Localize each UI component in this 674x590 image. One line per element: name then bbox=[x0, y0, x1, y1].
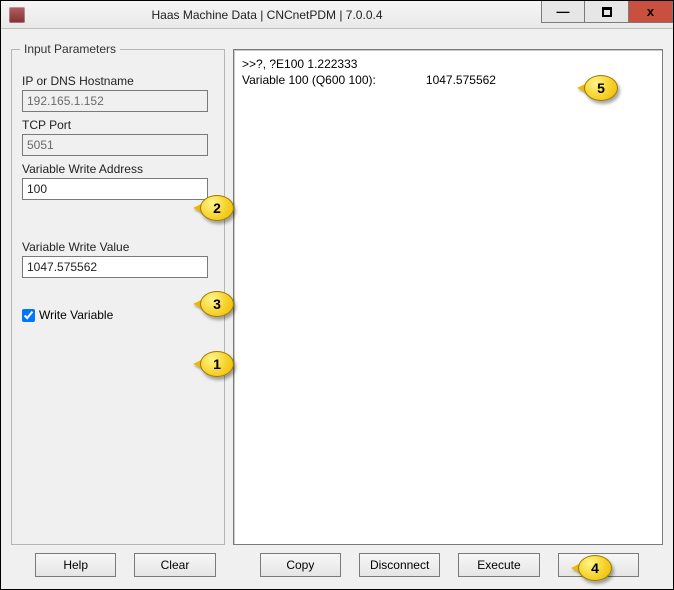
ip-label: IP or DNS Hostname bbox=[22, 74, 214, 88]
app-window: Haas Machine Data | CNCnetPDM | 7.0.0.4 … bbox=[0, 0, 674, 590]
titlebar: Haas Machine Data | CNCnetPDM | 7.0.0.4 … bbox=[1, 1, 673, 29]
minimize-button[interactable]: — bbox=[541, 1, 585, 23]
port-input[interactable] bbox=[22, 134, 208, 156]
close-icon: x bbox=[647, 4, 654, 19]
window-title: Haas Machine Data | CNCnetPDM | 7.0.0.4 bbox=[1, 8, 533, 22]
main-row: Input Parameters IP or DNS Hostname TCP … bbox=[11, 49, 663, 545]
group-legend: Input Parameters bbox=[20, 42, 120, 56]
exit-button[interactable]: Exit bbox=[558, 553, 639, 577]
output-line1: >>?, ?E100 1.222333 bbox=[242, 57, 357, 71]
minimize-icon: — bbox=[557, 4, 570, 19]
window-controls: — x bbox=[541, 1, 673, 23]
port-label: TCP Port bbox=[22, 118, 214, 132]
output-line2-right: 1047.575562 bbox=[426, 73, 496, 87]
execute-button[interactable]: Execute bbox=[458, 553, 539, 577]
write-variable-label: Write Variable bbox=[39, 308, 113, 322]
close-button[interactable]: x bbox=[629, 1, 673, 23]
write-address-input[interactable] bbox=[22, 178, 208, 200]
copy-button[interactable]: Copy bbox=[260, 553, 341, 577]
write-value-input[interactable] bbox=[22, 256, 208, 278]
maximize-button[interactable] bbox=[585, 1, 629, 23]
input-parameters-group: Input Parameters IP or DNS Hostname TCP … bbox=[11, 49, 225, 545]
output-line2-left: Variable 100 (Q600 100): bbox=[242, 73, 376, 87]
write-variable-checkbox[interactable] bbox=[22, 309, 35, 322]
ip-input[interactable] bbox=[22, 90, 208, 112]
output-textarea[interactable]: >>?, ?E100 1.222333 Variable 100 (Q600 1… bbox=[233, 49, 663, 545]
client-area: Input Parameters IP or DNS Hostname TCP … bbox=[1, 29, 673, 589]
write-address-label: Variable Write Address bbox=[22, 162, 214, 176]
clear-button[interactable]: Clear bbox=[134, 553, 215, 577]
write-variable-row[interactable]: Write Variable bbox=[22, 308, 214, 322]
help-button[interactable]: Help bbox=[35, 553, 116, 577]
app-icon bbox=[9, 7, 25, 23]
disconnect-button[interactable]: Disconnect bbox=[359, 553, 440, 577]
write-value-label: Variable Write Value bbox=[22, 240, 214, 254]
maximize-icon bbox=[602, 7, 612, 17]
button-row: Help Clear Copy Disconnect Execute Exit bbox=[11, 545, 663, 579]
